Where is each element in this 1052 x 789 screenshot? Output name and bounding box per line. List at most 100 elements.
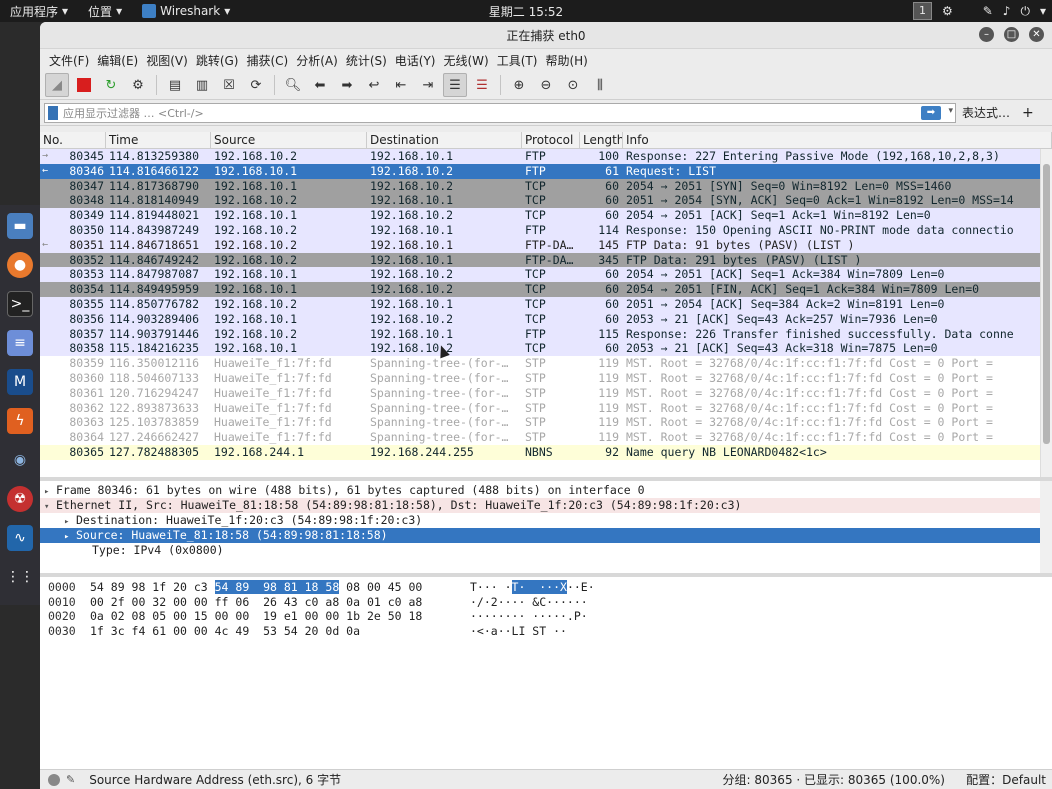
packet-row[interactable]: 80365 127.782488305 192.168.244.1 192.168.2… bbox=[40, 444, 1052, 460]
stop-capture-icon[interactable] bbox=[72, 73, 96, 97]
ascii-dump[interactable]: ·/·2···· &C······ bbox=[470, 595, 600, 610]
power-icon[interactable]: ⏻ bbox=[1020, 4, 1030, 19]
last-packet-icon[interactable]: ⇥ bbox=[416, 73, 440, 97]
details-scrollbar[interactable] bbox=[1040, 481, 1052, 573]
packet-row[interactable]: ← 80351 114.846718651 192.168.10.2 192.168.1… bbox=[40, 237, 1052, 253]
pen-icon[interactable]: ✎ bbox=[983, 4, 993, 18]
apply-filter-icon[interactable]: ➡ bbox=[921, 105, 941, 120]
find-packet-icon[interactable]: 🔍︎ bbox=[281, 73, 305, 97]
edit-comment-icon[interactable]: ✎ bbox=[66, 773, 75, 786]
packet-row[interactable]: 80364 127.246662427 HuaweiTe_f1:7f:fd Spann… bbox=[40, 430, 1052, 445]
hex-dump[interactable]: 0a 02 08 05 00 15 00 00 19 e1 00 00 1b 2… bbox=[90, 609, 470, 624]
app-grid-icon[interactable]: ⋮⋮ bbox=[6, 564, 34, 590]
hex-dump[interactable]: 54 89 98 1f 20 c3 54 89 98 81 18 58 08 0… bbox=[90, 580, 470, 595]
active-app-menu[interactable]: Wireshark ▾ bbox=[132, 4, 240, 18]
burpsuite-icon[interactable]: ϟ bbox=[7, 408, 33, 434]
chevron-down-icon[interactable]: ▾ bbox=[1040, 4, 1046, 18]
scrollbar-thumb[interactable] bbox=[1043, 164, 1050, 444]
first-packet-icon[interactable]: ⇤ bbox=[389, 73, 413, 97]
menu-wireless[interactable]: 无线(W) bbox=[441, 52, 492, 69]
ascii-dump[interactable]: ········ ·····.P· bbox=[470, 609, 600, 624]
detail-tree-item[interactable]: ▸ Source: HuaweiTe_81:18:58 (54:89:98:81:… bbox=[40, 528, 1052, 543]
column-header-source[interactable]: Source bbox=[211, 132, 367, 148]
packet-row[interactable]: 80360 118.504607133 HuaweiTe_f1:7f:fd Spann… bbox=[40, 370, 1052, 386]
packet-row[interactable]: 80350 114.843987249 192.168.10.2 192.168.10… bbox=[40, 222, 1052, 238]
packet-row[interactable]: 80349 114.819448021 192.168.10.1 192.168.10… bbox=[40, 208, 1052, 223]
status-profile[interactable]: 配置：Default bbox=[966, 771, 1046, 788]
detail-tree-item[interactable]: Type: IPv4 (0x0800) bbox=[40, 543, 1052, 558]
menu-view[interactable]: 视图(V) bbox=[143, 52, 191, 69]
eye-icon[interactable]: ◉ bbox=[7, 447, 33, 473]
notes-icon[interactable]: ≡ bbox=[7, 330, 33, 356]
hex-dump[interactable]: 00 2f 00 32 00 00 ff 06 26 43 c0 a8 0a 0… bbox=[90, 595, 470, 610]
packet-row[interactable]: 80358 115.184216235 192.168.10.1 192.168.10… bbox=[40, 341, 1052, 357]
save-file-icon[interactable]: ▥ bbox=[190, 73, 214, 97]
bytes-row[interactable]: 0030 1f 3c f4 61 00 00 4c 49 53 54 20 0d … bbox=[40, 624, 1052, 639]
resize-columns-icon[interactable]: ⫼ bbox=[588, 73, 612, 97]
packet-row[interactable]: 80353 114.847987087 192.168.10.1 192.168.10… bbox=[40, 267, 1052, 283]
packet-row[interactable]: 80348 114.818140949 192.168.10.2 192.168.10… bbox=[40, 193, 1052, 209]
capture-options-icon[interactable]: ⚙ bbox=[126, 73, 150, 97]
packet-row[interactable]: 80355 114.850776782 192.168.10.2 192.168.10… bbox=[40, 296, 1052, 312]
menu-edit[interactable]: 编辑(E) bbox=[94, 52, 141, 69]
detail-tree-item[interactable]: ▸ Frame 80346: 61 bytes on wire (488 bits… bbox=[40, 483, 1052, 498]
start-capture-icon[interactable]: ◢ bbox=[45, 73, 69, 97]
go-to-packet-icon[interactable]: ↩ bbox=[362, 73, 386, 97]
packet-row[interactable]: ← 80346 114.816466122 192.168.10.1 192.168.1… bbox=[40, 163, 1052, 179]
autoscroll-icon[interactable]: ☰ bbox=[443, 73, 467, 97]
packet-row[interactable]: 80359 116.350012116 HuaweiTe_f1:7f:fd Spann… bbox=[40, 356, 1052, 371]
zoom-out-icon[interactable]: ⊖ bbox=[534, 73, 558, 97]
menu-help[interactable]: 帮助(H) bbox=[542, 52, 590, 69]
menu-analyze[interactable]: 分析(A) bbox=[293, 52, 341, 69]
chevron-down-icon[interactable]: ▾ bbox=[948, 106, 953, 116]
workspace-indicator[interactable]: 1 bbox=[912, 2, 932, 20]
bytes-row[interactable]: 0000 54 89 98 1f 20 c3 54 89 98 81 18 58 … bbox=[40, 580, 1052, 595]
minimize-button[interactable]: – bbox=[979, 27, 994, 42]
title-bar[interactable]: 正在捕获 eth0 – □ ✕ bbox=[40, 22, 1052, 49]
bookmark-icon[interactable] bbox=[48, 105, 58, 120]
places-menu[interactable]: 位置 ▾ bbox=[78, 3, 132, 20]
add-filter-button[interactable]: + bbox=[1022, 105, 1034, 121]
zoom-normal-icon[interactable]: ⊙ bbox=[561, 73, 585, 97]
menu-capture[interactable]: 捕获(C) bbox=[243, 52, 291, 69]
column-header-length[interactable]: Length bbox=[580, 132, 623, 148]
packet-row[interactable]: 80354 114.849495959 192.168.10.1 192.168.10… bbox=[40, 282, 1052, 297]
packet-row[interactable]: 80357 114.903791446 192.168.10.2 192.168.10… bbox=[40, 326, 1052, 342]
bytes-row[interactable]: 0010 00 2f 00 32 00 00 ff 06 26 43 c0 a8 … bbox=[40, 595, 1052, 610]
detail-tree-item[interactable]: ▾ Ethernet II, Src: HuaweiTe_81:18:58 (54… bbox=[40, 498, 1052, 513]
ascii-dump[interactable]: ·<·a··LI ST ·· bbox=[470, 624, 600, 639]
packet-row[interactable]: 80352 114.846749242 192.168.10.2 192.168.10… bbox=[40, 252, 1052, 268]
menu-file[interactable]: 文件(F) bbox=[46, 52, 92, 69]
menu-go[interactable]: 跳转(G) bbox=[193, 52, 242, 69]
go-forward-icon[interactable]: ➡ bbox=[335, 73, 359, 97]
column-header-destination[interactable]: Destination bbox=[367, 132, 522, 148]
firefox-icon[interactable]: ● bbox=[7, 252, 33, 278]
menu-statistics[interactable]: 统计(S) bbox=[343, 52, 390, 69]
restart-capture-icon[interactable]: ↻ bbox=[99, 73, 123, 97]
column-header-time[interactable]: Time bbox=[106, 132, 211, 148]
applications-menu[interactable]: 应用程序 ▾ bbox=[0, 3, 78, 20]
zoom-in-icon[interactable]: ⊕ bbox=[507, 73, 531, 97]
open-file-icon[interactable]: ▤ bbox=[163, 73, 187, 97]
reload-file-icon[interactable]: ⟳ bbox=[244, 73, 268, 97]
detail-tree-item[interactable]: ▸ Destination: HuaweiTe_1f:20:c3 (54:89:9… bbox=[40, 513, 1052, 528]
terminal-icon[interactable]: >_ bbox=[7, 291, 33, 317]
close-file-icon[interactable]: ☒ bbox=[217, 73, 241, 97]
packet-list-scrollbar[interactable] bbox=[1040, 149, 1052, 477]
column-header-protocol[interactable]: Protocol bbox=[522, 132, 580, 148]
packet-row[interactable]: 80347 114.817368790 192.168.10.1 192.168.10… bbox=[40, 178, 1052, 194]
metasploit-icon[interactable]: M bbox=[7, 369, 33, 395]
maximize-button[interactable]: □ bbox=[1004, 27, 1019, 42]
column-header-info[interactable]: Info bbox=[623, 132, 1052, 148]
expert-info-icon[interactable] bbox=[48, 773, 60, 786]
packet-row[interactable]: → 80345 114.813259380 192.168.10.2 192.168.1… bbox=[40, 149, 1052, 164]
faraday-icon[interactable]: ☢ bbox=[7, 486, 33, 512]
network-icon[interactable]: ⚙ bbox=[942, 4, 953, 18]
close-button[interactable]: ✕ bbox=[1029, 27, 1044, 42]
menu-telephony[interactable]: 电话(Y) bbox=[392, 52, 439, 69]
display-filter-input[interactable]: 应用显示过滤器 … <Ctrl-/> ➡ ▾ bbox=[44, 102, 956, 123]
menu-tools[interactable]: 工具(T) bbox=[494, 52, 541, 69]
column-header-no[interactable]: No. bbox=[40, 132, 106, 148]
packet-row[interactable]: 80362 122.893873633 HuaweiTe_f1:7f:fd Spann… bbox=[40, 400, 1052, 416]
packet-row[interactable]: 80356 114.903289406 192.168.10.1 192.168.10… bbox=[40, 311, 1052, 327]
